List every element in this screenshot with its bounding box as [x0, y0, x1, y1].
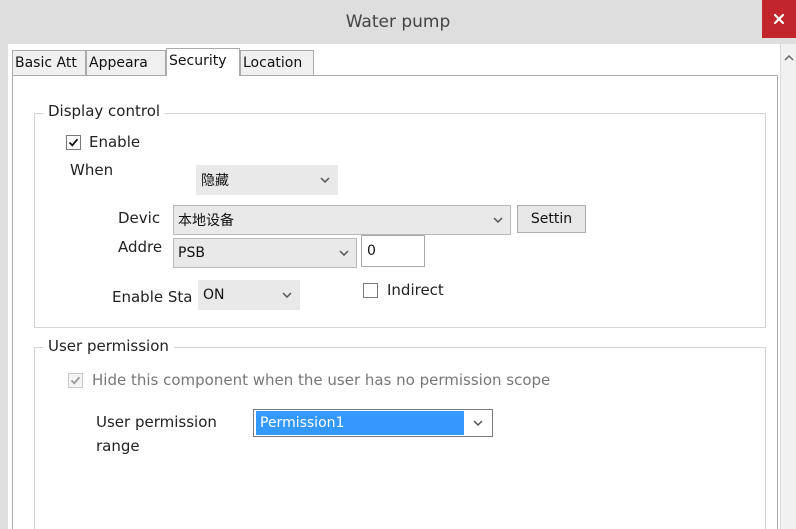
address-input[interactable]: 0 — [361, 235, 425, 267]
enable-state-select[interactable]: ON — [198, 280, 300, 310]
enable-state-label: Enable Sta — [112, 288, 193, 306]
permission-range-value: Permission1 — [256, 411, 464, 435]
chevron-up-icon — [784, 54, 794, 61]
enable-state-value: ON — [203, 287, 225, 303]
chevron-down-icon — [313, 166, 337, 194]
when-label: When — [70, 161, 114, 179]
enable-checkbox[interactable] — [66, 135, 81, 150]
tab-appearance[interactable]: Appeara — [86, 50, 166, 76]
close-button[interactable] — [762, 0, 796, 38]
checkmark-icon — [70, 376, 81, 385]
chevron-down-icon — [464, 410, 492, 436]
hide-component-label: Hide this component when the user has no… — [92, 371, 551, 389]
settings-button[interactable]: Settin — [517, 205, 586, 233]
device-label: Devic — [118, 209, 161, 227]
address-label: Addre — [118, 238, 163, 256]
address-type-select[interactable]: PSB — [173, 238, 357, 268]
indirect-checkbox[interactable] — [363, 283, 378, 298]
when-select[interactable]: 隐藏 — [196, 165, 338, 195]
hide-component-checkbox — [68, 373, 83, 388]
indirect-label: Indirect — [387, 281, 444, 299]
checkmark-icon — [68, 138, 79, 147]
when-select-value: 隐藏 — [201, 173, 229, 189]
permission-range-label-line2: range — [96, 437, 140, 455]
scroll-up-button[interactable] — [781, 50, 796, 64]
chevron-down-icon — [275, 281, 299, 309]
tab-basic-attributes[interactable]: Basic Att — [12, 50, 86, 76]
title-bar[interactable]: Water pump — [0, 0, 796, 44]
window-title: Water pump — [345, 12, 451, 32]
device-select[interactable]: 本地设备 — [173, 205, 511, 235]
permission-range-label-line1: User permission — [96, 413, 217, 431]
display-control-title: Display control — [43, 102, 166, 120]
device-select-value: 本地设备 — [178, 213, 234, 229]
chevron-down-icon — [486, 206, 510, 234]
chevron-down-icon — [332, 239, 356, 267]
tab-location[interactable]: Location — [240, 50, 314, 76]
vertical-scrollbar[interactable] — [780, 44, 796, 529]
dialog-window: Water pump Basic Att Appeara Security Lo… — [0, 0, 796, 529]
window-frame-left — [0, 44, 8, 529]
tab-security[interactable]: Security — [166, 48, 240, 76]
address-type-value: PSB — [178, 245, 205, 261]
enable-label: Enable — [89, 133, 141, 151]
permission-range-select[interactable]: Permission1 — [253, 409, 493, 437]
close-icon — [773, 13, 785, 25]
tab-strip: Basic Att Appeara Security Location — [12, 48, 314, 76]
user-permission-title: User permission — [43, 337, 174, 355]
